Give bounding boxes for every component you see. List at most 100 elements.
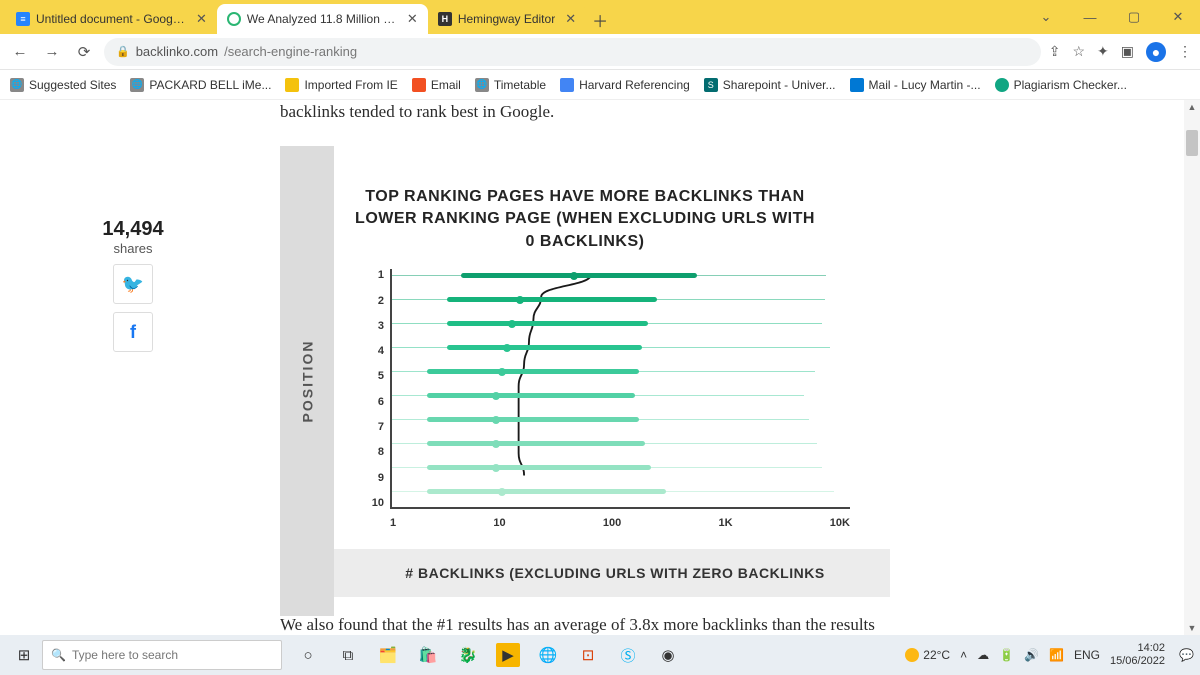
reload-button[interactable]: ⟳ (72, 40, 96, 64)
facebook-icon: f (130, 322, 136, 343)
browser-tabstrip: ≡ Untitled document - Google Doc ✕ We An… (0, 0, 1200, 34)
sharepoint-icon: S (704, 78, 718, 92)
tray-chevron-icon[interactable]: ˄ (960, 648, 967, 662)
close-icon[interactable]: ✕ (407, 11, 418, 27)
scroll-down-arrow-icon[interactable]: ▼ (1184, 623, 1200, 633)
bookmark-item[interactable]: Plagiarism Checker... (995, 78, 1127, 92)
chart-title: TOP RANKING PAGES HAVE MORE BACKLINKS TH… (280, 146, 890, 269)
chart-figure: POSITION TOP RANKING PAGES HAVE MORE BAC… (280, 146, 890, 597)
twitter-icon: 🐦 (122, 274, 144, 295)
page-viewport: 14,494 shares 🐦 f backlinks tended to ra… (0, 100, 1200, 635)
bookmarks-bar: 🌐Suggested Sites 🌐PACKARD BELL iMe... Im… (0, 70, 1200, 100)
bookmark-item[interactable]: Imported From IE (285, 78, 397, 92)
search-icon: 🔍 (51, 648, 66, 662)
bookmark-star-icon[interactable]: ☆ (1072, 43, 1085, 60)
tab-label: We Analyzed 11.8 Million Google (247, 12, 397, 26)
close-icon[interactable]: ✕ (196, 11, 207, 27)
vertical-scrollbar[interactable]: ▲ ▼ (1184, 100, 1200, 635)
gdocs-icon: ≡ (16, 12, 30, 26)
tab-label: Hemingway Editor (458, 12, 555, 26)
window-controls: ⌄ ― ▢ ✕ (1024, 0, 1200, 34)
globe-icon: 🌐 (10, 78, 24, 92)
article-intro-line: backlinks tended to rank best in Google. (280, 102, 1100, 122)
browser-tab[interactable]: ≡ Untitled document - Google Doc ✕ (6, 4, 217, 34)
bookmark-item[interactable]: Email (412, 78, 461, 92)
close-window-button[interactable]: ✕ (1156, 0, 1200, 34)
taskbar-clock[interactable]: 14:02 15/06/2022 (1110, 642, 1165, 668)
chevron-down-icon[interactable]: ⌄ (1024, 0, 1068, 34)
task-view-icon[interactable]: ⧉ (336, 643, 360, 667)
globe-icon: 🌐 (130, 78, 144, 92)
weather-widget[interactable]: 22°C (905, 648, 950, 662)
close-icon[interactable]: ✕ (565, 11, 576, 27)
scrollbar-thumb[interactable] (1186, 130, 1198, 156)
wifi-icon[interactable]: 📶 (1049, 648, 1064, 662)
share-label: shares (93, 241, 173, 256)
share-page-icon[interactable]: ⇪ (1049, 43, 1061, 60)
minimize-button[interactable]: ― (1068, 0, 1112, 34)
volume-icon[interactable]: 🔊 (1024, 648, 1039, 662)
browser-toolbar: ← → ⟳ 🔒 backlinko.com/search-engine-rank… (0, 34, 1200, 70)
new-tab-button[interactable]: ＋ (586, 6, 614, 34)
file-explorer-icon[interactable]: 🗂️ (376, 643, 400, 667)
grammarly-icon (995, 78, 1009, 92)
chart-bars (390, 269, 850, 509)
browser-tab[interactable]: H Hemingway Editor ✕ (428, 4, 586, 34)
address-bar[interactable]: 🔒 backlinko.com/search-engine-ranking (104, 38, 1041, 66)
article-body: backlinks tended to rank best in Google.… (280, 100, 1100, 635)
sun-icon (905, 648, 919, 662)
lock-icon: 🔒 (116, 45, 130, 58)
back-button[interactable]: ← (8, 40, 32, 64)
skype-icon[interactable]: Ⓢ (616, 643, 640, 667)
chart-trendline (422, 269, 850, 492)
article-followup-line: We also found that the #1 results has an… (280, 615, 1100, 635)
bookmark-item[interactable]: 🌐PACKARD BELL iMe... (130, 78, 271, 92)
weather-temp: 22°C (923, 648, 950, 662)
outlook-icon (850, 78, 864, 92)
office-icon[interactable]: ⊡ (576, 643, 600, 667)
extensions-icon[interactable]: ✦ (1097, 43, 1109, 60)
bookmark-item[interactable]: SSharepoint - Univer... (704, 78, 836, 92)
bookmark-item[interactable]: Mail - Lucy Martin -... (850, 78, 981, 92)
app-icon[interactable]: 🐉 (456, 643, 480, 667)
notifications-icon[interactable]: 💬 (1179, 648, 1194, 662)
system-tray: 22°C ˄ ☁ 🔋 🔊 📶 ENG 14:02 15/06/2022 💬 (905, 642, 1194, 668)
chrome-icon[interactable]: ◉ (656, 643, 680, 667)
bookmark-item[interactable]: Harvard Referencing (560, 78, 690, 92)
onedrive-icon[interactable]: ☁ (977, 648, 989, 662)
taskbar-pinned-apps: ○ ⧉ 🗂️ 🛍️ 🐉 ▶ 🌐 ⊡ Ⓢ ◉ (296, 643, 680, 667)
site-icon (227, 12, 241, 26)
share-widget: 14,494 shares 🐦 f (93, 218, 173, 352)
mail-icon (412, 78, 426, 92)
taskbar-search[interactable]: 🔍 Type here to search (42, 640, 282, 670)
browser-tab-active[interactable]: We Analyzed 11.8 Million Google ✕ (217, 4, 428, 34)
windows-taskbar: ⊞ 🔍 Type here to search ○ ⧉ 🗂️ 🛍️ 🐉 ▶ 🌐 … (0, 635, 1200, 675)
share-facebook-button[interactable]: f (113, 312, 153, 352)
clock-time: 14:02 (1110, 642, 1165, 655)
cortana-icon[interactable]: ○ (296, 643, 320, 667)
start-button[interactable]: ⊞ (6, 646, 42, 664)
folder-icon (285, 78, 299, 92)
forward-button[interactable]: → (40, 40, 64, 64)
edge-icon[interactable]: 🌐 (536, 643, 560, 667)
bookmark-item[interactable]: 🌐Suggested Sites (10, 78, 116, 92)
globe-icon: 🌐 (475, 78, 489, 92)
share-twitter-button[interactable]: 🐦 (113, 264, 153, 304)
app-icon[interactable]: ▶ (496, 643, 520, 667)
tab-label: Untitled document - Google Doc (36, 12, 186, 26)
share-count: 14,494 (93, 218, 173, 241)
chart-yaxis-ticks: 12345678910 (370, 269, 384, 509)
bookmark-item[interactable]: 🌐Timetable (475, 78, 546, 92)
microsoft-store-icon[interactable]: 🛍️ (416, 643, 440, 667)
reading-list-icon[interactable]: ▣ (1121, 43, 1134, 60)
scroll-up-arrow-icon[interactable]: ▲ (1184, 102, 1200, 112)
hemingway-icon: H (438, 12, 452, 26)
kebab-menu-icon[interactable]: ⋮ (1178, 43, 1192, 60)
search-placeholder: Type here to search (72, 648, 178, 662)
profile-avatar[interactable]: ● (1146, 42, 1166, 62)
battery-icon[interactable]: 🔋 (999, 648, 1014, 662)
chart-yaxis-label: POSITION (299, 340, 315, 423)
chart-yaxis-label-box: POSITION (280, 146, 334, 616)
language-indicator[interactable]: ENG (1074, 648, 1100, 662)
maximize-button[interactable]: ▢ (1112, 0, 1156, 34)
